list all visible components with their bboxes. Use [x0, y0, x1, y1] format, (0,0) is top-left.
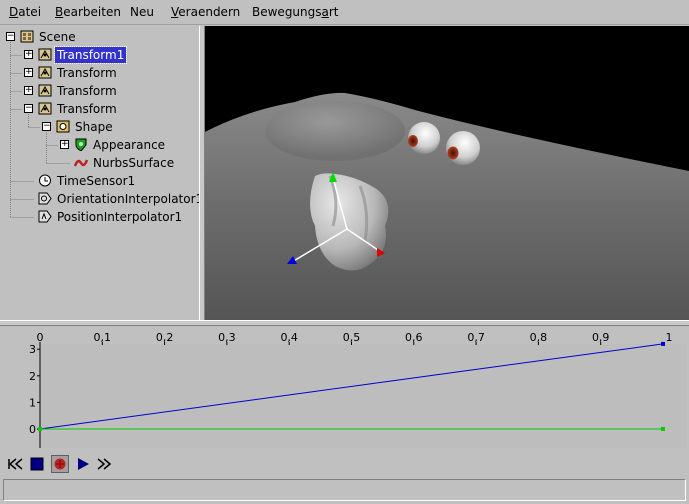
expand-icon[interactable]: + [24, 68, 33, 77]
y-tick-label: 3 [29, 343, 36, 356]
scene-tree[interactable]: − Scene + Transform1 + Transform + Trans… [0, 26, 203, 320]
tree-node-shape[interactable]: − Shape [0, 119, 199, 135]
menu-datei[interactable]: Datei [9, 4, 41, 20]
y-tick-label: 0 [29, 423, 36, 436]
expand-icon[interactable]: + [24, 50, 33, 59]
tree-label: Scene [39, 30, 76, 44]
tree-label: NurbsSurface [93, 156, 175, 170]
tree-label: OrientationInterpolator1 [57, 192, 204, 206]
appearance-icon [75, 138, 87, 151]
tree-label: TimeSensor1 [57, 174, 136, 188]
tree-label: Transform [57, 66, 117, 80]
tree-node-transform1[interactable]: + Transform1 [0, 46, 199, 64]
menu-bewegungsart[interactable]: Bewegungsart [252, 4, 339, 20]
scene-render [205, 26, 689, 320]
plot-area [40, 344, 687, 448]
transform-icon [38, 66, 52, 79]
playback-controls [0, 452, 689, 476]
interpolator-icon [38, 192, 52, 205]
clock-icon [39, 174, 51, 187]
menu-bar: Datei Bearbeiten Neu Veraendern Bewegung… [0, 0, 689, 25]
y-tick-label: 2 [29, 370, 36, 383]
fast-forward-icon[interactable] [95, 455, 113, 473]
expand-icon[interactable]: + [60, 140, 69, 149]
tree-label: Appearance [93, 138, 166, 152]
stop-icon[interactable] [28, 455, 46, 473]
interpolator-chart[interactable]: 0 0,1 0,2 0,3 0,4 0,5 0,6 0,7 0,8 0,9 1 0123 [0, 326, 689, 450]
transform-icon [38, 48, 52, 61]
tree-node-orientationinterpolator1[interactable]: OrientationInterpolator1 [0, 191, 203, 207]
tree-node-transform[interactable]: + Transform [0, 83, 199, 99]
play-icon[interactable] [74, 455, 92, 473]
x-tick-label: 1 [666, 331, 673, 344]
tree-label: Transform [57, 84, 117, 98]
collapse-icon[interactable]: − [24, 104, 33, 113]
tree-node-transform[interactable]: + Transform [0, 65, 199, 81]
shape-icon [56, 120, 70, 133]
tree-label: Transform1 [53, 46, 128, 64]
transform-icon [38, 102, 52, 115]
3d-viewport[interactable] [205, 26, 689, 320]
transform-icon [38, 84, 52, 97]
tree-node-timesensor1[interactable]: TimeSensor1 [0, 173, 199, 189]
tree-label: Shape [75, 120, 113, 134]
expand-icon[interactable]: + [24, 86, 33, 95]
interpolator-icon [38, 210, 52, 223]
tree-node-scene[interactable]: − Scene [0, 29, 199, 45]
tree-node-positioninterpolator1[interactable]: PositionInterpolator1 [0, 209, 199, 225]
menu-veraendern[interactable]: Veraendern [171, 4, 240, 20]
rewind-icon[interactable] [7, 455, 25, 473]
menu-bearbeiten[interactable]: Bearbeiten [55, 4, 121, 20]
tree-node-appearance[interactable]: + Appearance [0, 137, 199, 153]
keyframe-point[interactable] [661, 341, 665, 346]
menu-neu[interactable]: Neu [130, 4, 154, 20]
tree-node-nurbssurface[interactable]: NurbsSurface [0, 155, 199, 171]
scene-icon [20, 30, 34, 43]
channel-view[interactable]: 0 0,1 0,2 0,3 0,4 0,5 0,6 0,7 0,8 0,9 1 0123 [0, 326, 689, 450]
tree-label: Transform [57, 102, 117, 116]
tree-label: PositionInterpolator1 [57, 210, 183, 224]
eye-left [408, 122, 440, 154]
y-tick-label: 1 [29, 396, 36, 409]
keyframe-point[interactable] [661, 427, 665, 431]
keyframe-point[interactable] [38, 427, 42, 431]
collapse-icon[interactable]: − [6, 32, 15, 41]
status-bar [3, 479, 686, 501]
tree-node-transform[interactable]: − Transform [0, 101, 199, 117]
collapse-icon[interactable]: − [42, 122, 51, 131]
eye-right [446, 131, 480, 165]
nurbs-icon [74, 159, 88, 167]
record-icon[interactable] [51, 455, 69, 473]
